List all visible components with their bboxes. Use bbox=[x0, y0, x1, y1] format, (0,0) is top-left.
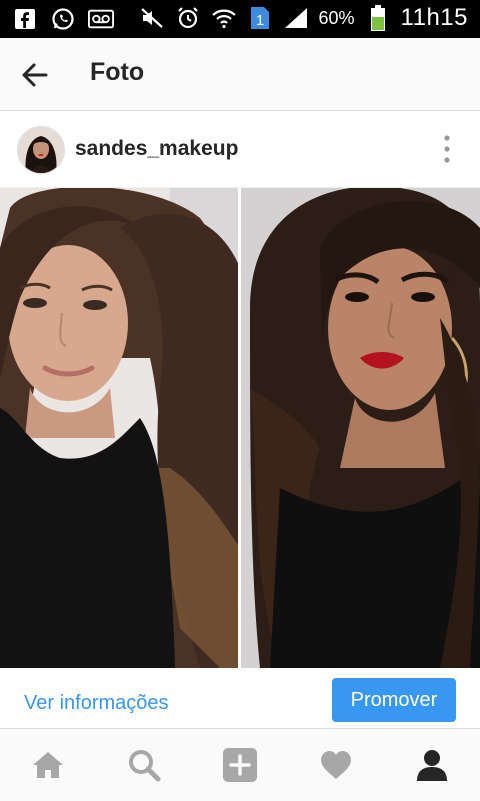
arrow-left-icon bbox=[22, 63, 48, 87]
tab-search[interactable] bbox=[114, 735, 174, 795]
post-action-row: Ver informações Promover bbox=[0, 668, 480, 728]
person-icon bbox=[417, 750, 447, 781]
heart-icon bbox=[321, 751, 351, 779]
search-icon bbox=[129, 750, 161, 782]
status-bar-left bbox=[12, 6, 114, 32]
wifi-icon bbox=[211, 5, 237, 31]
tab-profile[interactable] bbox=[402, 735, 462, 795]
promote-button[interactable]: Promover bbox=[332, 678, 456, 722]
status-bar-right: 1 60% 11h15 bbox=[139, 4, 469, 32]
battery-icon bbox=[365, 5, 391, 31]
facebook-icon bbox=[12, 6, 38, 32]
more-vertical-icon bbox=[444, 135, 450, 163]
signal-icon bbox=[283, 5, 309, 31]
tab-add[interactable] bbox=[210, 735, 270, 795]
alarm-icon bbox=[175, 5, 201, 31]
voicemail-icon bbox=[88, 6, 114, 32]
back-button[interactable] bbox=[18, 58, 52, 92]
sim-icon: 1 bbox=[247, 5, 273, 31]
plus-square-icon bbox=[223, 748, 257, 782]
tab-home[interactable] bbox=[18, 735, 78, 795]
mute-icon bbox=[139, 5, 165, 31]
home-icon bbox=[33, 752, 63, 778]
whatsapp-icon bbox=[50, 6, 76, 32]
view-insights-link[interactable]: Ver informações bbox=[24, 692, 169, 715]
more-options-button[interactable] bbox=[440, 133, 454, 165]
avatar[interactable] bbox=[17, 126, 65, 174]
post-username[interactable]: sandes_makeup bbox=[75, 137, 238, 161]
tab-activity[interactable] bbox=[306, 735, 366, 795]
sim-number: 1 bbox=[255, 12, 263, 29]
app-bar: Foto bbox=[0, 38, 480, 111]
clock: 11h15 bbox=[400, 4, 468, 31]
battery-percent: 60% bbox=[318, 7, 355, 28]
page-title: Foto bbox=[90, 58, 145, 86]
bottom-tab-bar bbox=[0, 728, 480, 801]
post-header: sandes_makeup bbox=[0, 111, 480, 188]
status-bar: 1 60% 11h15 bbox=[0, 0, 480, 38]
before-photo-panel bbox=[0, 188, 240, 668]
after-photo-panel bbox=[241, 188, 480, 668]
post-photo[interactable] bbox=[0, 188, 480, 668]
